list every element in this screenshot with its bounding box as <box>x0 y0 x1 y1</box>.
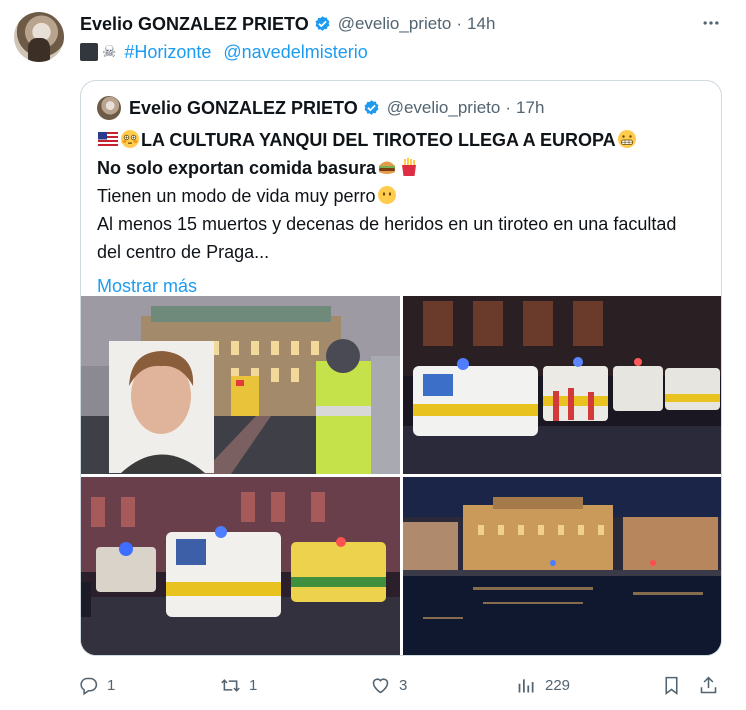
french-fries-emoji <box>402 158 417 176</box>
author-name[interactable]: Evelio GONZALEZ PRIETO <box>80 14 309 35</box>
verified-badge-icon <box>315 15 330 31</box>
quoted-headline: LA CULTURA YANQUI DEL TIROTEO LLEGA A EU… <box>141 130 616 150</box>
quoted-avatar <box>97 96 121 120</box>
quoted-tweet[interactable]: Evelio GONZALEZ PRIETO @evelio_prieto · … <box>80 80 722 656</box>
quoted-line-4: Al menos 15 muertos y decenas de heridos… <box>97 214 677 234</box>
quoted-line-3: Tienen un modo de vida muy perro <box>97 182 711 210</box>
reply-button[interactable]: 1 <box>78 672 115 698</box>
views-count: 229 <box>545 676 571 694</box>
views-button[interactable]: 229 <box>516 672 570 698</box>
separator-dot: · <box>456 14 463 33</box>
quoted-author-handle: @evelio_prieto <box>386 98 501 117</box>
repost-button[interactable]: 1 <box>220 672 257 698</box>
bookmark-icon <box>665 676 678 695</box>
us-flag-emoji <box>98 132 118 146</box>
media-image-3[interactable] <box>81 477 400 655</box>
tweet-actions: 1 1 3 229 <box>78 672 728 698</box>
separator-dot: · <box>505 98 512 117</box>
quoted-line-1: LA CULTURA YANQUI DEL TIROTEO LLEGA A EU… <box>97 126 711 154</box>
media-image-4[interactable] <box>403 477 721 655</box>
bookmark-button[interactable] <box>661 672 690 698</box>
mention-link[interactable]: @navedelmisterio <box>223 42 367 63</box>
quoted-author-name: Evelio GONZALEZ PRIETO <box>129 97 358 118</box>
reply-icon <box>80 677 98 695</box>
quoted-subline: No solo exportan comida basura <box>97 158 377 178</box>
quoted-header: Evelio GONZALEZ PRIETO @evelio_prieto · … <box>97 96 544 120</box>
verified-badge-icon <box>364 99 379 115</box>
grimacing-face-emoji <box>617 130 636 148</box>
reply-count: 1 <box>107 676 116 694</box>
hashtag-link[interactable]: #Horizonte <box>124 42 211 63</box>
skull-crossbones-emoji: ☠ <box>102 44 117 61</box>
tweet-text: ☠ #Horizonte @navedelmisterio <box>80 40 380 64</box>
media-image-2[interactable] <box>403 296 721 474</box>
media-grid <box>81 296 721 655</box>
no-mouth-face-emoji <box>377 186 396 204</box>
hamburger-emoji <box>379 161 396 174</box>
black-square-emoji <box>80 43 98 61</box>
repost-icon <box>221 678 240 692</box>
author-handle[interactable]: @evelio_prieto <box>338 14 452 34</box>
like-icon <box>372 677 389 693</box>
tweet-header: Evelio GONZALEZ PRIETO @evelio_prieto · … <box>80 12 495 36</box>
show-more-link[interactable]: Mostrar más <box>97 276 197 296</box>
quoted-timestamp: 17h <box>516 98 545 117</box>
share-button[interactable] <box>698 672 727 698</box>
quoted-text: LA CULTURA YANQUI DEL TIROTEO LLEGA A EU… <box>97 126 711 300</box>
media-image-1[interactable] <box>81 296 400 474</box>
like-count: 3 <box>399 676 408 694</box>
author-avatar[interactable] <box>14 12 64 62</box>
views-icon <box>518 678 534 692</box>
share-icon <box>700 676 717 693</box>
quoted-line-2: No solo exportan comida basura <box>97 154 711 182</box>
quoted-line-5: del centro de Praga... <box>97 242 270 262</box>
quoted-line-3-text: Tienen un modo de vida muy perro <box>97 186 376 206</box>
flushed-face-emoji <box>121 130 139 148</box>
tweet-timestamp[interactable]: 14h <box>467 14 495 34</box>
like-button[interactable]: 3 <box>370 672 407 698</box>
more-icon[interactable] <box>698 10 724 36</box>
repost-count: 1 <box>249 676 258 694</box>
